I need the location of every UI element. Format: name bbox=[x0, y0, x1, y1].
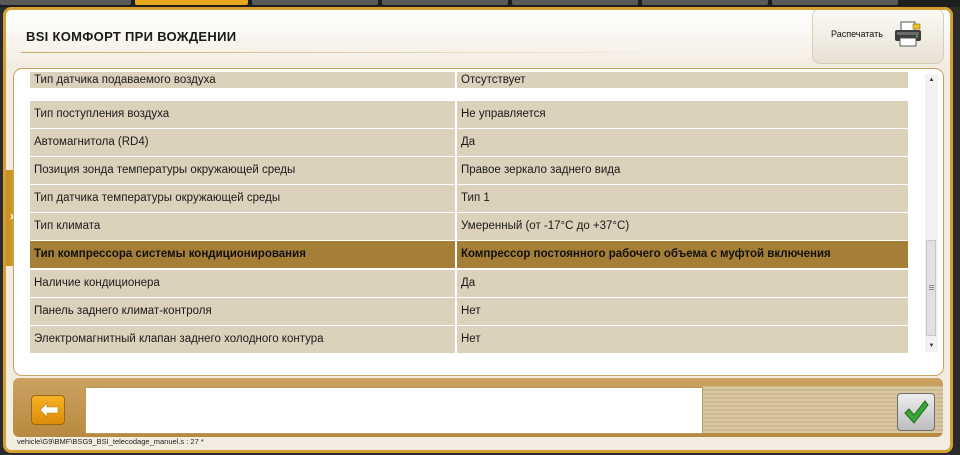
table-row[interactable]: Тип датчика температуры окружающей среды… bbox=[30, 185, 908, 212]
top-tab-strip bbox=[0, 0, 960, 7]
top-tab[interactable] bbox=[382, 0, 508, 5]
table-row[interactable]: Тип поступления воздуха Не управляется bbox=[30, 101, 908, 128]
header: BSI КОМФОРТ ПРИ ВОЖДЕНИИ Распечатать bbox=[6, 10, 950, 64]
checkmark-icon bbox=[904, 400, 929, 424]
confirm-button[interactable] bbox=[897, 393, 935, 431]
top-tab[interactable] bbox=[0, 0, 131, 5]
scrollbar-thumb[interactable] bbox=[926, 240, 936, 336]
top-tab[interactable] bbox=[512, 0, 638, 5]
grip-icon bbox=[929, 285, 934, 286]
table-row[interactable]: Тип климата Умеренный (от -17°С до +37°С… bbox=[30, 213, 908, 240]
print-button-label: Распечатать bbox=[831, 29, 883, 39]
param-name: Тип датчика подаваемого воздуха bbox=[30, 72, 455, 88]
param-value: Да bbox=[457, 270, 908, 297]
table-row[interactable]: Тип датчика подаваемого воздуха Отсутств… bbox=[30, 72, 908, 99]
scroll-down-icon[interactable]: ▼ bbox=[925, 340, 938, 352]
param-value: Умеренный (от -17°С до +37°С) bbox=[457, 213, 908, 240]
printer-icon bbox=[895, 21, 921, 47]
table-row[interactable]: Электромагнитный клапан заднего холодног… bbox=[30, 326, 908, 353]
param-name: Тип климата bbox=[30, 213, 455, 240]
param-name: Тип поступления воздуха bbox=[30, 101, 455, 128]
title-underline bbox=[21, 52, 691, 53]
param-name: Позиция зонда температуры окружающей сре… bbox=[30, 157, 455, 184]
param-value: Отсутствует bbox=[457, 72, 908, 88]
table-scrollbar[interactable]: ▲ ▼ bbox=[925, 74, 938, 352]
message-box bbox=[85, 387, 703, 434]
param-value: Тип 1 bbox=[457, 185, 908, 212]
param-name: Электромагнитный клапан заднего холодног… bbox=[30, 326, 455, 353]
status-path: vehicle\G9\BMF\BSG9_BSI_telecodage_manue… bbox=[17, 437, 204, 446]
param-value: Нет bbox=[457, 298, 908, 325]
table-row[interactable]: Панель заднего климат-контроля Нет bbox=[30, 298, 908, 325]
param-value: Да bbox=[457, 129, 908, 156]
table-row-selected[interactable]: Тип компрессора системы кондиционировани… bbox=[30, 241, 908, 268]
param-name: Автомагнитола (RD4) bbox=[30, 129, 455, 156]
param-name: Тип компрессора системы кондиционировани… bbox=[30, 241, 455, 268]
param-value: Не управляется bbox=[457, 101, 908, 128]
top-tab-active[interactable] bbox=[135, 0, 248, 5]
table-row[interactable]: Автомагнитола (RD4) Да bbox=[30, 129, 908, 156]
table-row[interactable]: Наличие кондиционера Да bbox=[30, 270, 908, 297]
param-value: Компрессор постоянного рабочего объема с… bbox=[457, 241, 908, 268]
arrow-left-icon bbox=[39, 402, 59, 418]
top-tab[interactable] bbox=[642, 0, 768, 5]
page-title: BSI КОМФОРТ ПРИ ВОЖДЕНИИ bbox=[26, 29, 237, 44]
param-name: Наличие кондиционера bbox=[30, 270, 455, 297]
param-value: Правое зеркало заднего вида bbox=[457, 157, 908, 184]
param-value: Нет bbox=[457, 326, 908, 353]
top-tab[interactable] bbox=[772, 0, 898, 5]
back-button[interactable] bbox=[31, 395, 65, 425]
param-name: Панель заднего климат-контроля bbox=[30, 298, 455, 325]
scroll-up-icon[interactable]: ▲ bbox=[925, 74, 938, 86]
top-tab[interactable] bbox=[252, 0, 378, 5]
parameters-panel: Тип датчика подаваемого воздуха Отсутств… bbox=[13, 68, 944, 376]
bottom-toolbar bbox=[13, 378, 943, 437]
param-name: Тип датчика температуры окружающей среды bbox=[30, 185, 455, 212]
print-button[interactable]: Распечатать bbox=[812, 10, 944, 64]
table-row[interactable]: Позиция зонда температуры окружающей сре… bbox=[30, 157, 908, 184]
